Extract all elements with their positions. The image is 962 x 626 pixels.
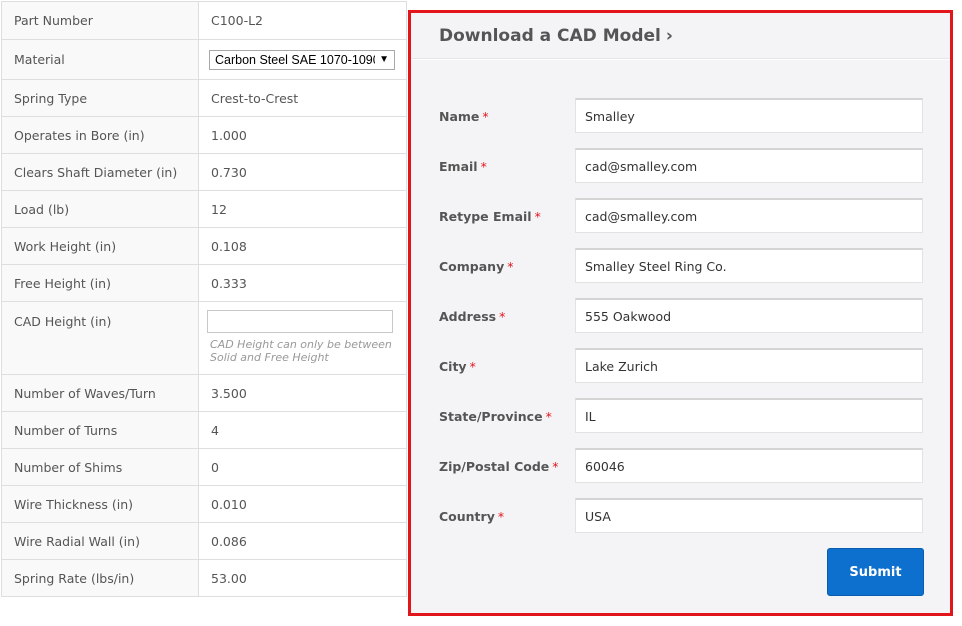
required-marker: * bbox=[499, 309, 506, 324]
spec-value: 0 bbox=[198, 448, 407, 486]
field-label: Address bbox=[439, 309, 497, 324]
spec-row-operates-in-bore: Operates in Bore (in) 1.000 bbox=[1, 116, 407, 154]
submit-button[interactable]: Submit bbox=[827, 548, 924, 596]
spec-value: 0.010 bbox=[198, 485, 407, 523]
country-input[interactable]: USA bbox=[575, 498, 923, 533]
form-row-company: Company * Smalley Steel Ring Co. bbox=[411, 248, 950, 284]
field-label: Retype Email bbox=[439, 209, 532, 224]
spec-value: 3.500 bbox=[198, 374, 407, 412]
field-label: State/Province bbox=[439, 409, 543, 424]
cad-download-panel: Download a CAD Model › Name * Smalley Ema… bbox=[408, 10, 953, 616]
required-marker: * bbox=[469, 359, 476, 374]
spec-label: Free Height (in) bbox=[1, 264, 199, 302]
required-marker: * bbox=[552, 459, 559, 474]
spec-row-spring-rate: Spring Rate (lbs/in) 53.00 bbox=[1, 559, 407, 597]
spec-row-work-height: Work Height (in) 0.108 bbox=[1, 227, 407, 265]
field-label: Email bbox=[439, 159, 478, 174]
spec-value: Crest-to-Crest bbox=[198, 79, 407, 117]
spec-label: Wire Thickness (in) bbox=[1, 485, 199, 523]
required-marker: * bbox=[480, 159, 487, 174]
state-province-input[interactable]: IL bbox=[575, 398, 923, 433]
spec-row-material: Material Carbon Steel SAE 1070-1090 ▼ bbox=[1, 39, 407, 80]
spec-label: Operates in Bore (in) bbox=[1, 116, 199, 154]
spec-label: CAD Height (in) bbox=[1, 301, 199, 375]
cad-height-help-text: CAD Height can only be between Solid and… bbox=[210, 338, 392, 364]
spec-label: Wire Radial Wall (in) bbox=[1, 522, 199, 560]
field-label: Name bbox=[439, 109, 480, 124]
cad-panel-title: Download a CAD Model bbox=[439, 25, 661, 46]
spec-label: Clears Shaft Diameter (in) bbox=[1, 153, 199, 191]
spec-row-clears-shaft: Clears Shaft Diameter (in) 0.730 bbox=[1, 153, 407, 191]
retype-email-input[interactable]: cad@smalley.com bbox=[575, 198, 923, 233]
spec-row-part-number: Part Number C100-L2 bbox=[1, 1, 407, 40]
spec-row-wire-radial-wall: Wire Radial Wall (in) 0.086 bbox=[1, 522, 407, 560]
form-row-country: Country * USA bbox=[411, 498, 950, 534]
spec-value: 0.108 bbox=[198, 227, 407, 265]
form-row-state-province: State/Province * IL bbox=[411, 398, 950, 434]
spec-label: Part Number bbox=[1, 1, 199, 40]
company-input[interactable]: Smalley Steel Ring Co. bbox=[575, 248, 923, 283]
required-marker: * bbox=[507, 259, 514, 274]
field-label: Zip/Postal Code bbox=[439, 459, 550, 474]
spec-label: Spring Type bbox=[1, 79, 199, 117]
form-row-email: Email * cad@smalley.com bbox=[411, 148, 950, 184]
dropdown-arrow-icon: ▼ bbox=[379, 54, 389, 65]
spec-value: 12 bbox=[198, 190, 407, 228]
required-marker: * bbox=[497, 509, 505, 524]
form-row-name: Name * Smalley bbox=[411, 98, 950, 134]
spec-value: 1.000 bbox=[198, 116, 407, 154]
spec-label: Load (lb) bbox=[1, 190, 199, 228]
spec-label: Number of Turns bbox=[1, 411, 199, 449]
form-row-city: City * Lake Zurich bbox=[411, 348, 950, 384]
form-row-zip-postal-code: Zip/Postal Code * 60046 bbox=[411, 448, 950, 484]
form-row-address: Address * 555 Oakwood bbox=[411, 298, 950, 334]
cad-form: Name * Smalley Email * cad@smalley.com Ret… bbox=[411, 60, 950, 613]
spec-row-cad-height: CAD Height (in) CAD Height can only be b… bbox=[1, 301, 407, 375]
spec-value: 0.730 bbox=[198, 153, 407, 191]
address-input[interactable]: 555 Oakwood bbox=[575, 298, 923, 333]
name-input[interactable]: Smalley bbox=[575, 98, 923, 133]
spec-row-spring-type: Spring Type Crest-to-Crest bbox=[1, 79, 407, 117]
cad-panel-header: Download a CAD Model › bbox=[411, 13, 950, 59]
email-input[interactable]: cad@smalley.com bbox=[575, 148, 923, 183]
spec-row-number-of-shims: Number of Shims 0 bbox=[1, 448, 407, 486]
chevron-right-icon: › bbox=[665, 25, 673, 46]
spec-label: Spring Rate (lbs/in) bbox=[1, 559, 199, 597]
field-label: Country bbox=[439, 509, 495, 524]
spec-value: 4 bbox=[198, 411, 407, 449]
spec-label: Work Height (in) bbox=[1, 227, 199, 265]
spec-label: Number of Waves/Turn bbox=[1, 374, 199, 412]
required-marker: * bbox=[534, 209, 541, 224]
spec-label: Material bbox=[1, 39, 199, 80]
city-input[interactable]: Lake Zurich bbox=[575, 348, 923, 383]
spec-value: 53.00 bbox=[198, 559, 407, 597]
field-label: Company bbox=[439, 259, 505, 274]
spec-value: C100-L2 bbox=[198, 1, 407, 40]
field-label: City bbox=[439, 359, 467, 374]
spec-label: Number of Shims bbox=[1, 448, 199, 486]
form-row-retype-email: Retype Email * cad@smalley.com bbox=[411, 198, 950, 234]
spec-row-number-of-turns: Number of Turns 4 bbox=[1, 411, 407, 449]
material-select-value: Carbon Steel SAE 1070-1090 bbox=[215, 52, 376, 67]
spring-spec-table: Part Number C100-L2 Material Carbon Stee… bbox=[1, 1, 407, 597]
spec-value: 0.333 bbox=[198, 264, 407, 302]
spec-row-load: Load (lb) 12 bbox=[1, 190, 407, 228]
material-select[interactable]: Carbon Steel SAE 1070-1090 ▼ bbox=[209, 49, 395, 70]
spec-value: 0.086 bbox=[198, 522, 407, 560]
spec-row-waves-per-turn: Number of Waves/Turn 3.500 bbox=[1, 374, 407, 412]
required-marker: * bbox=[545, 409, 552, 424]
required-marker: * bbox=[482, 109, 489, 124]
zip-postal-code-input[interactable]: 60046 bbox=[575, 448, 923, 483]
spec-row-wire-thickness: Wire Thickness (in) 0.010 bbox=[1, 485, 407, 523]
cad-height-input[interactable] bbox=[207, 310, 393, 333]
spec-row-free-height: Free Height (in) 0.333 bbox=[1, 264, 407, 302]
